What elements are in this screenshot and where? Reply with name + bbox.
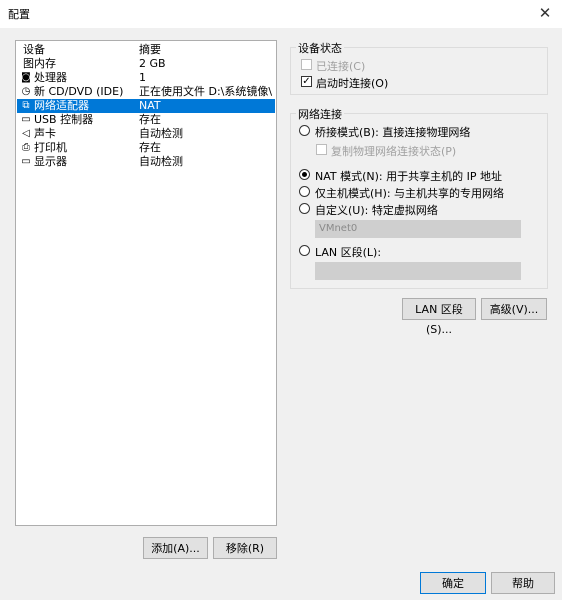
- device-item-usb-controller[interactable]: ▭ USB 控制器 存在: [17, 113, 275, 127]
- usb-controller-icon: ▭: [21, 114, 31, 125]
- device-list-header: 设备 摘要: [17, 43, 275, 57]
- device-item-name: 处理器: [34, 71, 67, 84]
- device-item-display[interactable]: ▭ 显示器 自动检测: [17, 155, 275, 169]
- device-item-name: 图内存: [23, 57, 56, 70]
- device-item-name: 声卡: [34, 127, 56, 140]
- connected-label: 已连接(C): [316, 60, 366, 73]
- device-item-processor[interactable]: ◙ 处理器 1: [17, 71, 275, 85]
- bridged-radio[interactable]: [299, 125, 310, 136]
- advanced-button[interactable]: 高级(V)...: [481, 298, 547, 320]
- device-item-cd-dvd[interactable]: ◷ 新 CD/DVD (IDE) 正在使用文件 D:\系统镜像\...: [17, 85, 275, 99]
- device-list[interactable]: 设备 摘要 图内存 2 GB ◙ 处理器 1 ◷ 新 CD/DVD (IDE) …: [15, 40, 277, 526]
- nat-label: NAT 模式(N): 用于共享主机的 IP 地址: [315, 170, 502, 183]
- device-item-sound-card[interactable]: ◁ 声卡 自动检测: [17, 127, 275, 141]
- device-item-summary: 2 GB: [139, 57, 166, 70]
- remove-device-button[interactable]: 移除(R): [213, 537, 277, 559]
- device-item-summary: 存在: [139, 141, 161, 154]
- processor-icon: ◙: [21, 72, 31, 83]
- device-item-name: 新 CD/DVD (IDE): [34, 85, 124, 98]
- device-item-summary: 存在: [139, 113, 161, 126]
- printer-icon: ⎙: [22, 142, 30, 153]
- lan-segments-button[interactable]: LAN 区段(S)...: [402, 298, 476, 336]
- nat-radio[interactable]: [299, 169, 310, 180]
- window-title: 配置: [8, 8, 30, 21]
- connected-checkbox[interactable]: [301, 59, 312, 70]
- close-icon[interactable]: ✕: [534, 3, 556, 23]
- lan-segment-select[interactable]: [315, 262, 521, 280]
- host-only-radio[interactable]: [299, 186, 310, 197]
- host-only-label: 仅主机模式(H): 与主机共享的专用网络: [315, 187, 505, 200]
- lan-segment-label: LAN 区段(L):: [315, 246, 382, 259]
- add-device-button[interactable]: 添加(A)...: [143, 537, 208, 559]
- device-status-title: 设备状态: [296, 40, 344, 56]
- device-item-summary: 自动检测: [139, 127, 183, 140]
- device-item-name: USB 控制器: [34, 113, 94, 126]
- bridged-label: 桥接模式(B): 直接连接物理网络: [315, 126, 471, 139]
- device-item-name: 网络适配器: [34, 99, 89, 112]
- custom-label: 自定义(U): 特定虚拟网络: [315, 204, 438, 217]
- connect-on-power-checkbox[interactable]: ✓: [301, 76, 312, 87]
- device-item-summary: 1: [139, 71, 146, 84]
- device-item-summary: NAT: [139, 99, 161, 112]
- device-item-summary: 自动检测: [139, 155, 183, 168]
- network-adapter-icon: ⧉: [22, 100, 30, 111]
- device-item-name: 显示器: [34, 155, 67, 168]
- sound-card-icon: ◁: [22, 128, 30, 139]
- custom-network-select[interactable]: VMnet0: [315, 220, 521, 238]
- title-bar: 配置 ✕: [0, 0, 562, 28]
- summary-column-header: 摘要: [139, 43, 161, 56]
- connect-on-power-label: 启动时连接(O): [316, 77, 389, 90]
- device-item-network-adapter[interactable]: ⧉ 网络适配器 NAT: [17, 99, 275, 113]
- device-item-name: 打印机: [34, 141, 67, 154]
- device-item-memory[interactable]: 图内存 2 GB: [17, 57, 275, 71]
- help-button[interactable]: 帮助: [491, 572, 555, 594]
- device-item-summary: 正在使用文件 D:\系统镜像\...: [139, 85, 273, 98]
- ok-button[interactable]: 确定: [420, 572, 486, 594]
- device-column-header: 设备: [23, 43, 45, 56]
- cd-dvd-icon: ◷: [21, 86, 31, 97]
- lan-segment-radio[interactable]: [299, 245, 310, 256]
- network-connection-title: 网络连接: [296, 106, 344, 122]
- replicate-state-checkbox[interactable]: [316, 144, 327, 155]
- custom-radio[interactable]: [299, 203, 310, 214]
- display-icon: ▭: [21, 156, 31, 167]
- replicate-state-label: 复制物理网络连接状态(P): [331, 145, 457, 158]
- device-item-printer[interactable]: ⎙ 打印机 存在: [17, 141, 275, 155]
